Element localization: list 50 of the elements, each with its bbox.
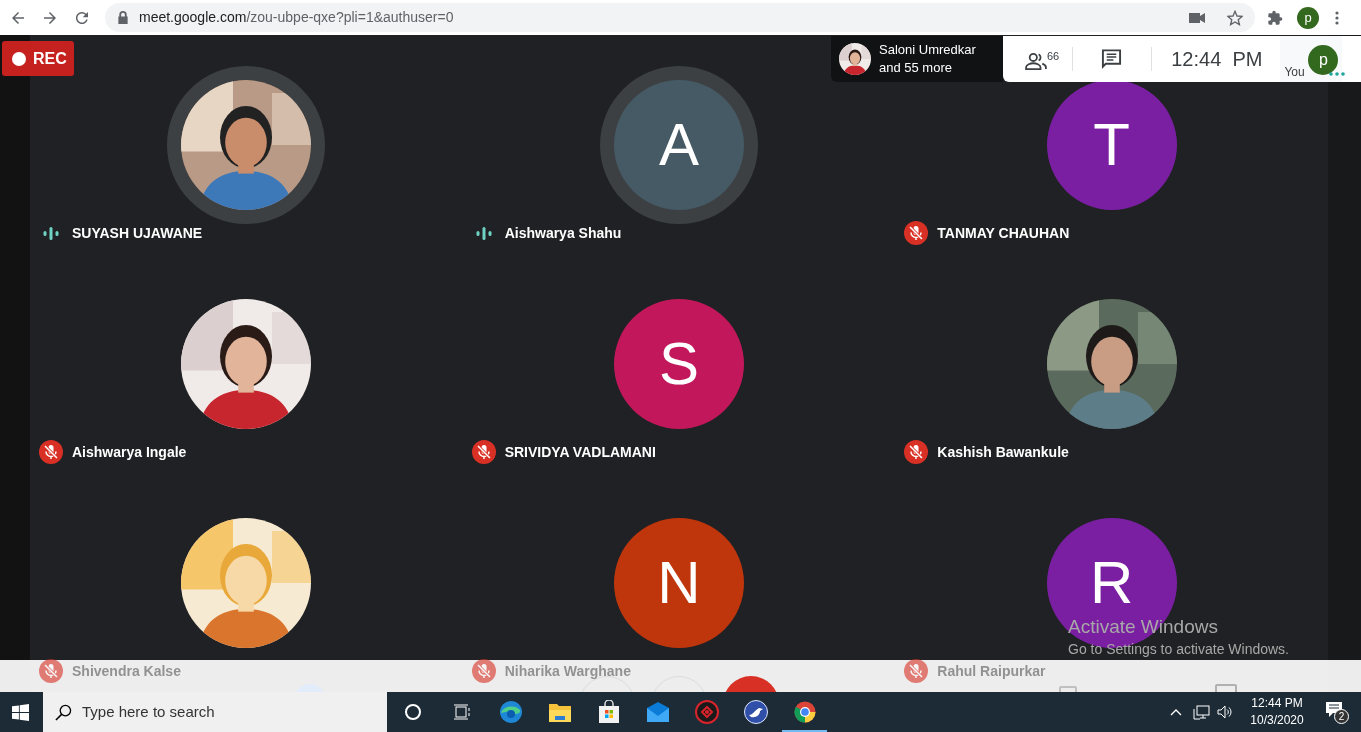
recording-badge[interactable]: REC bbox=[2, 41, 74, 76]
participant-name: Aishwarya Shahu bbox=[504, 223, 622, 243]
participant-name: TANMAY CHAUHAN bbox=[937, 223, 1070, 243]
chrome-icon[interactable] bbox=[793, 701, 816, 723]
participant-name: Shivendra Kalse bbox=[72, 661, 181, 681]
initial-avatar: N bbox=[614, 518, 744, 648]
puzzle-icon[interactable] bbox=[1267, 9, 1283, 26]
participant-name: Kashish Bawankule bbox=[937, 442, 1069, 462]
windows-start-icon[interactable] bbox=[12, 703, 29, 721]
lock-icon bbox=[117, 11, 129, 24]
people-button[interactable]: 66 bbox=[1025, 48, 1060, 70]
network-icon[interactable] bbox=[1193, 704, 1210, 720]
game-booster-icon[interactable] bbox=[694, 700, 719, 724]
taskbar-search-field[interactable]: Type here to search bbox=[43, 692, 387, 732]
chat-icon[interactable] bbox=[1101, 49, 1123, 69]
more-icon[interactable] bbox=[1329, 72, 1346, 76]
participant-name: Niharika Warghane bbox=[504, 661, 631, 681]
participant-name: Rahul Raipurkar bbox=[937, 661, 1046, 681]
bird-app-icon[interactable] bbox=[743, 700, 768, 724]
folder-icon[interactable] bbox=[547, 701, 572, 723]
others-count: and 55 more bbox=[879, 59, 953, 77]
activation-subtitle: Go to Settings to activate Windows. bbox=[1068, 640, 1289, 659]
people-icon bbox=[1025, 52, 1047, 70]
self-avatar[interactable]: p bbox=[1308, 45, 1339, 75]
initial-avatar: S bbox=[614, 299, 744, 429]
presenter-name: Saloni Umredkar bbox=[879, 41, 976, 59]
url-path: /zou-ubpe-qxe?pli=1&authuser=0 bbox=[246, 9, 454, 25]
task-view-icon[interactable] bbox=[452, 704, 471, 720]
star-icon[interactable] bbox=[1227, 9, 1243, 26]
taskbar-date[interactable]: 10/3/2020 bbox=[1250, 712, 1304, 729]
meeting-clock: 12:44 PM bbox=[1171, 47, 1263, 72]
participant-name: SRIVIDYA VADLAMANI bbox=[504, 442, 656, 462]
edge-browser-icon[interactable] bbox=[498, 700, 523, 724]
initial-avatar: T bbox=[1046, 80, 1177, 210]
store-bag-icon[interactable] bbox=[597, 700, 620, 724]
profile-avatar[interactable]: p bbox=[1297, 6, 1319, 29]
chevron-up-icon[interactable] bbox=[1170, 708, 1182, 716]
cortana-icon[interactable] bbox=[403, 703, 422, 721]
address-bar[interactable]: meet.google.com/zou-ubpe-qxe?pli=1&authuser=0 bbox=[105, 3, 1255, 32]
participant-name: Aishwarya Ingale bbox=[72, 442, 187, 462]
camera-icon[interactable] bbox=[1189, 11, 1205, 24]
notification-badge: 2 bbox=[1334, 709, 1349, 724]
menu-icon[interactable] bbox=[1335, 10, 1339, 25]
search-icon bbox=[55, 703, 72, 721]
url-host: meet.google.com bbox=[139, 9, 247, 25]
self-label: You bbox=[1284, 64, 1305, 81]
mail-icon[interactable] bbox=[645, 702, 670, 722]
participant-name: SUYASH UJAWANE bbox=[72, 223, 203, 243]
taskbar-time[interactable]: 12:44 PM bbox=[1251, 695, 1303, 712]
volume-icon[interactable] bbox=[1217, 705, 1233, 719]
